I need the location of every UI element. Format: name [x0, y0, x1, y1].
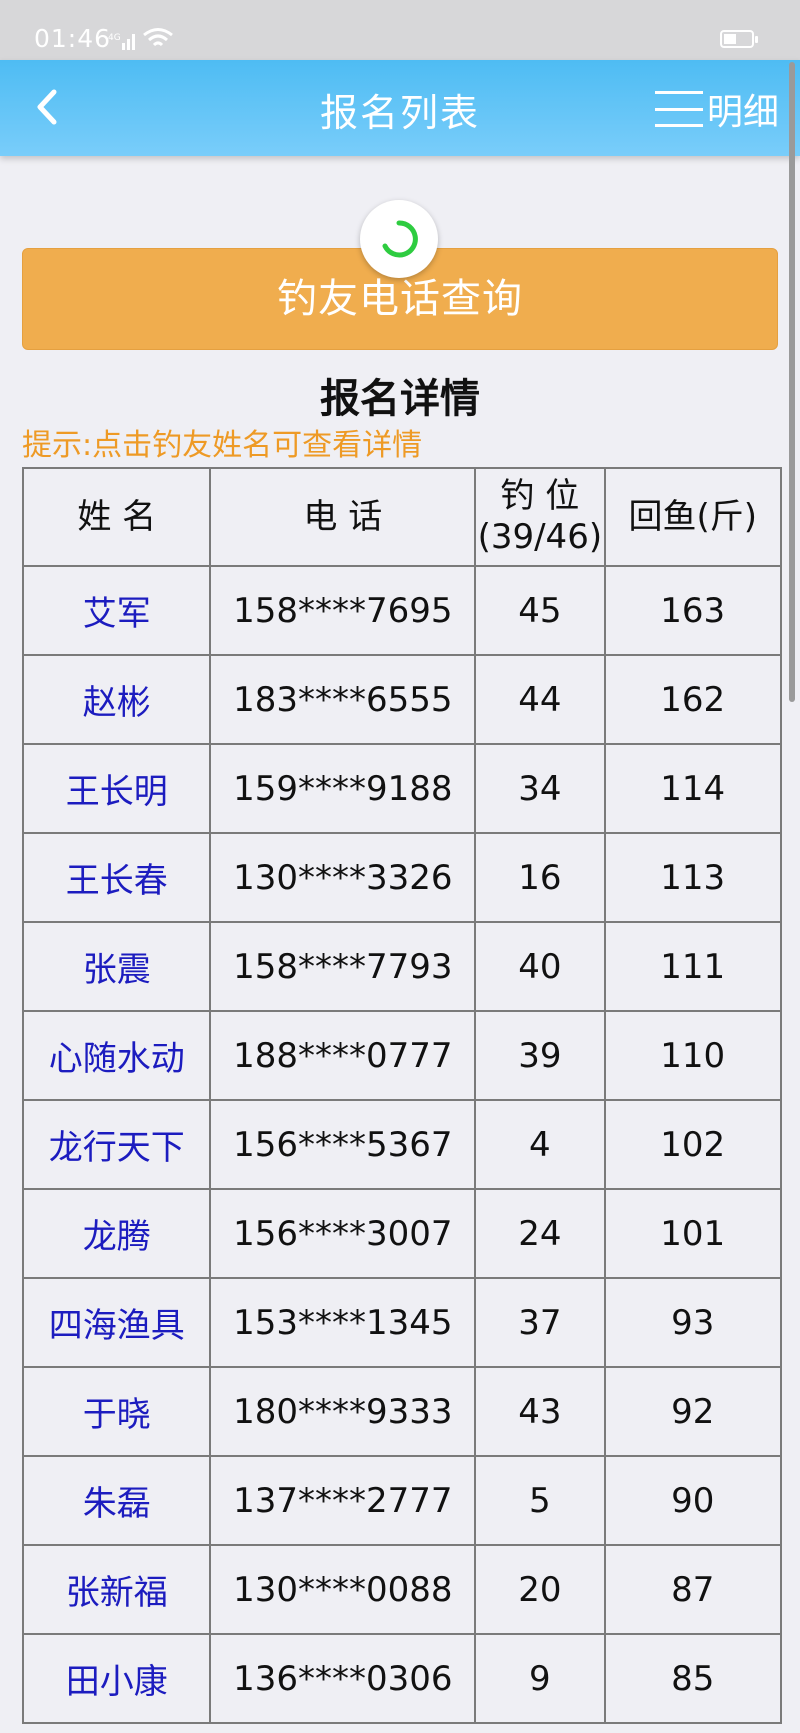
network-type-label: 4G — [108, 33, 121, 43]
header-phone: 电 话 — [209, 467, 477, 567]
angler-name-link[interactable]: 于晓 — [21, 1366, 212, 1457]
fish-weight-cell: 113 — [603, 832, 782, 923]
angler-name-link[interactable]: 龙腾 — [21, 1188, 212, 1279]
fish-weight-cell: 102 — [603, 1099, 782, 1190]
signup-table: 姓 名 电 话 钓 位 (39/46) 回鱼(斤) 艾军 158****7695 4… — [21, 467, 782, 1724]
table-row: 田小康 136****0306 9 85 — [21, 1633, 782, 1724]
nav-bar: 报名列表 明细 — [0, 60, 800, 156]
phone-cell: 130****0088 — [209, 1544, 477, 1635]
table-row: 王长明 159****9188 34 114 — [21, 743, 782, 834]
fish-weight-cell: 101 — [603, 1188, 782, 1279]
seat-cell: 37 — [474, 1277, 606, 1368]
header-seat: 钓 位 (39/46) — [474, 467, 606, 567]
angler-name-link[interactable]: 王长明 — [21, 743, 212, 834]
table-header-row: 姓 名 电 话 钓 位 (39/46) 回鱼(斤) — [21, 467, 782, 567]
angler-name-link[interactable]: 张震 — [21, 921, 212, 1012]
table-row: 龙行天下 156****5367 4 102 — [21, 1099, 782, 1190]
hint-text: 提示:点击钓友姓名可查看详情 — [22, 428, 423, 463]
status-time: 01:46 — [34, 24, 112, 53]
seat-cell: 20 — [474, 1544, 606, 1635]
seat-cell: 4 — [474, 1099, 606, 1190]
seat-cell: 16 — [474, 832, 606, 923]
phone-cell: 158****7695 — [209, 565, 477, 656]
table-row: 朱磊 137****2777 5 90 — [21, 1455, 782, 1546]
table-body: 艾军 158****7695 45 163 赵彬 183****6555 44 162 王长明 1… — [21, 565, 782, 1724]
fish-weight-cell: 92 — [603, 1366, 782, 1457]
seat-cell: 39 — [474, 1010, 606, 1101]
angler-name-link[interactable]: 四海渔具 — [21, 1277, 212, 1368]
phone-cell: 158****7793 — [209, 921, 477, 1012]
loading-spinner — [360, 200, 438, 278]
fish-weight-cell: 90 — [603, 1455, 782, 1546]
phone-cell: 188****0777 — [209, 1010, 477, 1101]
seat-cell: 34 — [474, 743, 606, 834]
table-row: 王长春 130****3326 16 113 — [21, 832, 782, 923]
angler-name-link[interactable]: 王长春 — [21, 832, 212, 923]
angler-name-link[interactable]: 朱磊 — [21, 1455, 212, 1546]
seat-cell: 5 — [474, 1455, 606, 1546]
phone-cell: 156****3007 — [209, 1188, 477, 1279]
table-row: 张新福 130****0088 20 87 — [21, 1544, 782, 1635]
table-row: 于晓 180****9333 43 92 — [21, 1366, 782, 1457]
header-fish: 回鱼(斤) — [603, 467, 782, 567]
angler-name-link[interactable]: 心随水动 — [21, 1010, 212, 1101]
angler-name-link[interactable]: 艾军 — [21, 565, 212, 656]
table-row: 赵彬 183****6555 44 162 — [21, 654, 782, 745]
seat-cell: 45 — [474, 565, 606, 656]
phone-cell: 137****2777 — [209, 1455, 477, 1546]
detail-menu-label: 明细 — [707, 92, 780, 133]
header-seat-count: (39/46) — [477, 517, 603, 557]
fish-weight-cell: 85 — [603, 1633, 782, 1724]
phone-cell: 180****9333 — [209, 1366, 477, 1457]
fish-weight-cell: 163 — [603, 565, 782, 656]
menu-icon — [655, 91, 703, 127]
table-row: 心随水动 188****0777 39 110 — [21, 1010, 782, 1101]
table-row: 艾军 158****7695 45 163 — [21, 565, 782, 656]
phone-cell: 183****6555 — [209, 654, 477, 745]
phone-cell: 153****1345 — [209, 1277, 477, 1368]
spinner-icon — [382, 220, 418, 258]
battery-icon — [720, 30, 758, 48]
seat-cell: 43 — [474, 1366, 606, 1457]
fish-weight-cell: 114 — [603, 743, 782, 834]
table-row: 龙腾 156****3007 24 101 — [21, 1188, 782, 1279]
header-name: 姓 名 — [21, 467, 212, 567]
fish-weight-cell: 110 — [603, 1010, 782, 1101]
fish-weight-cell: 87 — [603, 1544, 782, 1635]
phone-cell: 159****9188 — [209, 743, 477, 834]
status-bar: 01:46 4G — [0, 0, 800, 60]
phone-cell: 136****0306 — [209, 1633, 477, 1724]
detail-menu-button[interactable]: 明细 — [655, 84, 779, 134]
seat-cell: 44 — [474, 654, 606, 745]
wifi-icon — [142, 26, 174, 56]
fish-weight-cell: 162 — [603, 654, 782, 745]
angler-name-link[interactable]: 龙行天下 — [21, 1099, 212, 1190]
table-row: 四海渔具 153****1345 37 93 — [21, 1277, 782, 1368]
seat-cell: 24 — [474, 1188, 606, 1279]
angler-name-link[interactable]: 田小康 — [21, 1633, 212, 1724]
section-title: 报名详情 — [320, 376, 480, 422]
header-seat-label: 钓 位 — [500, 476, 580, 517]
table-row: 张震 158****7793 40 111 — [21, 921, 782, 1012]
phone-cell: 156****5367 — [209, 1099, 477, 1190]
fish-weight-cell: 93 — [603, 1277, 782, 1368]
fish-weight-cell: 111 — [603, 921, 782, 1012]
cellular-signal-icon: 4G — [108, 28, 138, 57]
seat-cell: 9 — [474, 1633, 606, 1724]
angler-name-link[interactable]: 张新福 — [21, 1544, 212, 1635]
seat-cell: 40 — [474, 921, 606, 1012]
angler-name-link[interactable]: 赵彬 — [21, 654, 212, 745]
phone-cell: 130****3326 — [209, 832, 477, 923]
